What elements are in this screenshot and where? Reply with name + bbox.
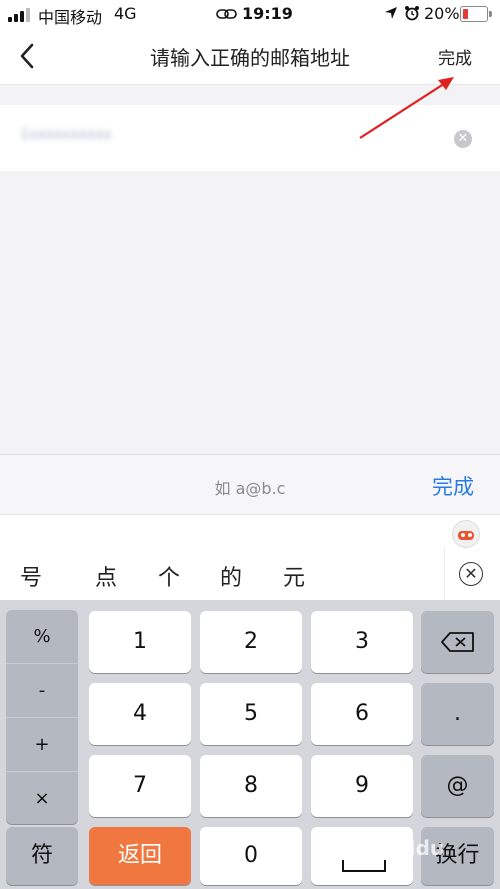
- status-bar: 中国移动 4G 19:19 20%: [0, 0, 500, 28]
- link-icon: [216, 9, 237, 19]
- keyboard-top-strip: [0, 514, 500, 549]
- symbol-key[interactable]: -: [6, 664, 78, 718]
- candidate-bar: 号 点 个 的 元 ✕: [0, 548, 500, 600]
- candidate-item[interactable]: 号: [20, 560, 42, 592]
- at-key[interactable]: @: [421, 755, 494, 817]
- carrier-label: 中国移动: [38, 8, 103, 27]
- backspace-key[interactable]: [421, 611, 494, 673]
- keyboard-toolbar: 如 a@b.c 完成: [0, 454, 500, 515]
- digit-key[interactable]: 8: [200, 755, 302, 817]
- location-icon: [385, 7, 397, 19]
- digit-key[interactable]: 0: [200, 827, 302, 885]
- space-icon: [342, 860, 386, 872]
- return-key[interactable]: 返回: [89, 827, 191, 885]
- signal-icon: [8, 8, 32, 22]
- digit-key[interactable]: 7: [89, 755, 191, 817]
- candidate-item[interactable]: 元: [283, 560, 305, 592]
- keyboard-mascot-icon[interactable]: [452, 520, 480, 548]
- symbol-toggle-key[interactable]: 符: [6, 827, 78, 885]
- battery-icon: [460, 6, 492, 22]
- digit-key[interactable]: 3: [311, 611, 413, 673]
- candidate-item[interactable]: 的: [220, 560, 242, 592]
- close-icon: ✕: [459, 562, 483, 586]
- digit-key[interactable]: 9: [311, 755, 413, 817]
- backspace-icon: [440, 632, 474, 652]
- clock: 19:19: [242, 4, 293, 23]
- symbol-key[interactable]: %: [6, 610, 78, 664]
- digit-key[interactable]: 1: [89, 611, 191, 673]
- symbol-key[interactable]: +: [6, 718, 78, 772]
- keyboard-done-button[interactable]: 完成: [432, 471, 474, 501]
- annotation-arrow: [359, 77, 454, 139]
- watermark: Baidu: [380, 836, 445, 860]
- email-value: 1xxxxxxxxxx: [20, 127, 112, 143]
- input-hint: 如 a@b.c: [214, 479, 286, 498]
- digit-key[interactable]: 5: [200, 683, 302, 745]
- battery-percent: 20%: [424, 4, 460, 23]
- network-label: 4G: [114, 4, 137, 23]
- symbol-column: % - + ×: [6, 610, 78, 824]
- digit-key[interactable]: 4: [89, 683, 191, 745]
- candidate-item[interactable]: 点: [95, 560, 117, 592]
- done-button[interactable]: 完成: [438, 44, 472, 69]
- digit-key[interactable]: 2: [200, 611, 302, 673]
- digit-key[interactable]: 6: [311, 683, 413, 745]
- dot-key[interactable]: .: [421, 683, 494, 745]
- page-title: 请输入正确的邮箱地址: [150, 46, 350, 70]
- candidate-close-button[interactable]: ✕: [444, 548, 500, 600]
- symbol-key[interactable]: ×: [6, 772, 78, 825]
- candidate-item[interactable]: 个: [158, 560, 180, 592]
- alarm-icon: [405, 6, 419, 21]
